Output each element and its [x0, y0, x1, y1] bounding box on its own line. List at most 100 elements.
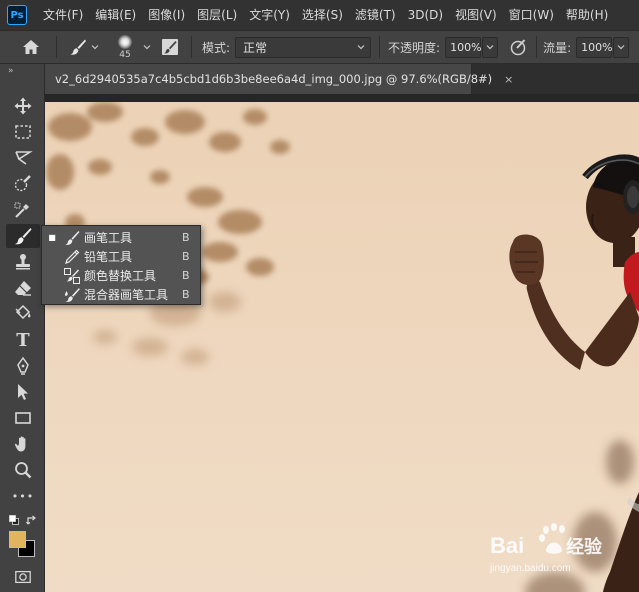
lasso-icon	[15, 151, 33, 165]
opacity-input[interactable]: 100%	[445, 36, 482, 58]
menu-layer[interactable]: 图层(L)	[191, 0, 243, 30]
home-icon	[23, 40, 39, 54]
flow-label: 流量:	[543, 40, 572, 55]
brush-preset-picker[interactable]: 45	[105, 32, 145, 62]
brush-tip-preview	[118, 34, 132, 49]
menu-filter[interactable]: 滤镜(T)	[349, 0, 402, 30]
brush-tool-flyout: ■ 画笔工具 B 铅笔工具 B 颜色替换工具 B 混合器画笔工具 B	[41, 225, 201, 305]
flow-dropdown[interactable]	[613, 36, 630, 58]
pressure-opacity-toggle[interactable]	[504, 35, 532, 59]
flyout-item-brush[interactable]: ■ 画笔工具 B	[42, 228, 200, 247]
more-icon: •••	[11, 489, 35, 503]
options-bar: 45 模式: 正常 不透明度: 100% 流量: 100%	[0, 30, 639, 64]
app-logo[interactable]: Ps	[7, 5, 27, 25]
edit-toolbar-button[interactable]: •••	[6, 484, 40, 508]
mode-label: 模式:	[202, 40, 231, 55]
opacity-label: 不透明度:	[388, 40, 441, 55]
rectangle-tool[interactable]	[6, 406, 40, 430]
paint-bucket-tool[interactable]	[6, 302, 40, 326]
blend-mode-value: 正常	[243, 40, 268, 55]
lasso-tool[interactable]	[6, 146, 40, 170]
watermark-brand-cn: 经验	[566, 536, 603, 558]
foreground-color-swatch[interactable]	[9, 531, 26, 548]
shortcut-key: B	[182, 250, 190, 263]
brush-icon	[14, 228, 32, 245]
rectangle-icon	[15, 412, 31, 424]
move-icon	[14, 97, 32, 115]
tab-divider	[45, 94, 639, 102]
marquee-icon	[15, 125, 31, 139]
chevron-down-icon	[357, 45, 365, 50]
opacity-dropdown[interactable]	[482, 36, 499, 58]
brush-settings-toggle[interactable]	[159, 36, 181, 58]
marquee-tool[interactable]	[6, 120, 40, 144]
eyedropper-icon	[14, 202, 29, 218]
pressure-icon	[510, 39, 526, 56]
quick-mask-icon	[15, 570, 31, 584]
separator	[191, 36, 192, 58]
menu-help[interactable]: 帮助(H)	[560, 0, 614, 30]
brush-panel-icon	[162, 39, 178, 55]
baidu-watermark: Bai 经验 jingyan.baidu.com	[489, 523, 603, 574]
flyout-item-label: 颜色替换工具	[84, 269, 157, 283]
brush-size-readout: 45	[119, 49, 131, 60]
flyout-item-mixer-brush[interactable]: 混合器画笔工具 B	[42, 285, 200, 304]
color-replacement-icon	[62, 267, 82, 284]
default-colors-icon[interactable]	[9, 515, 19, 525]
menu-type[interactable]: 文字(Y)	[243, 0, 296, 30]
document-tab[interactable]: v2_6d2940535a7c4b5cbd1d6b3be8ee6a4d_img_…	[45, 64, 513, 94]
pen-tool[interactable]	[6, 354, 40, 378]
brush-tool[interactable]	[6, 224, 40, 248]
hand-tool[interactable]	[6, 432, 40, 456]
chevron-down-icon	[91, 45, 99, 50]
flyout-item-pencil[interactable]: 铅笔工具 B	[42, 247, 200, 266]
menu-select[interactable]: 选择(S)	[296, 0, 349, 30]
menu-3d[interactable]: 3D(D)	[402, 0, 449, 30]
type-tool[interactable]: T	[6, 328, 40, 352]
eyedropper-tool[interactable]	[6, 198, 40, 222]
menu-image[interactable]: 图像(I)	[142, 0, 191, 30]
separator	[379, 36, 381, 58]
separator	[56, 36, 57, 58]
menu-edit[interactable]: 编辑(E)	[89, 0, 142, 30]
paint-bucket-icon	[15, 304, 31, 320]
stamp-icon	[16, 254, 30, 270]
watermark-url: jingyan.baidu.com	[489, 563, 571, 574]
separator	[536, 36, 538, 58]
collapse-panel-button[interactable]: »	[8, 66, 13, 76]
menu-view[interactable]: 视图(V)	[449, 0, 503, 30]
menu-file[interactable]: 文件(F)	[37, 0, 89, 30]
hand-icon	[14, 436, 26, 452]
document-canvas[interactable]	[45, 102, 639, 592]
shortcut-key: B	[182, 231, 190, 244]
home-button[interactable]	[12, 34, 50, 60]
zoom-icon	[15, 462, 32, 479]
eraser-tool[interactable]	[6, 276, 40, 300]
tool-preset-picker[interactable]	[63, 34, 105, 60]
blend-mode-select[interactable]: 正常	[235, 36, 372, 58]
menu-window[interactable]: 窗口(W)	[503, 0, 560, 30]
pen-icon	[17, 356, 29, 375]
active-indicator: ■	[48, 233, 56, 242]
mixer-brush-icon	[62, 287, 82, 303]
quick-mask-button[interactable]	[6, 565, 40, 589]
close-tab-button[interactable]: ×	[504, 73, 513, 86]
cursor-arrow-icon	[18, 384, 28, 400]
clone-stamp-tool[interactable]	[6, 250, 40, 274]
document-tab-title: v2_6d2940535a7c4b5cbd1d6b3be8ee6a4d_img_…	[55, 72, 493, 86]
flyout-item-label: 画笔工具	[84, 231, 133, 245]
path-selection-tool[interactable]	[6, 380, 40, 404]
swap-colors-icon[interactable]	[26, 515, 38, 526]
eraser-icon	[15, 281, 31, 296]
move-tool[interactable]	[6, 94, 40, 118]
zoom-tool[interactable]	[6, 458, 40, 482]
pencil-icon	[62, 249, 82, 265]
flow-input[interactable]: 100%	[576, 36, 613, 58]
quick-select-tool[interactable]	[6, 172, 40, 196]
shortcut-key: B	[182, 269, 190, 282]
menu-bar: Ps 文件(F) 编辑(E) 图像(I) 图层(L) 文字(Y) 选择(S) 滤…	[0, 0, 639, 30]
flyout-item-color-replacement[interactable]: 颜色替换工具 B	[42, 266, 200, 285]
brush-icon	[70, 39, 86, 55]
flyout-item-label: 混合器画笔工具	[84, 288, 169, 302]
chevron-down-icon	[486, 45, 494, 50]
